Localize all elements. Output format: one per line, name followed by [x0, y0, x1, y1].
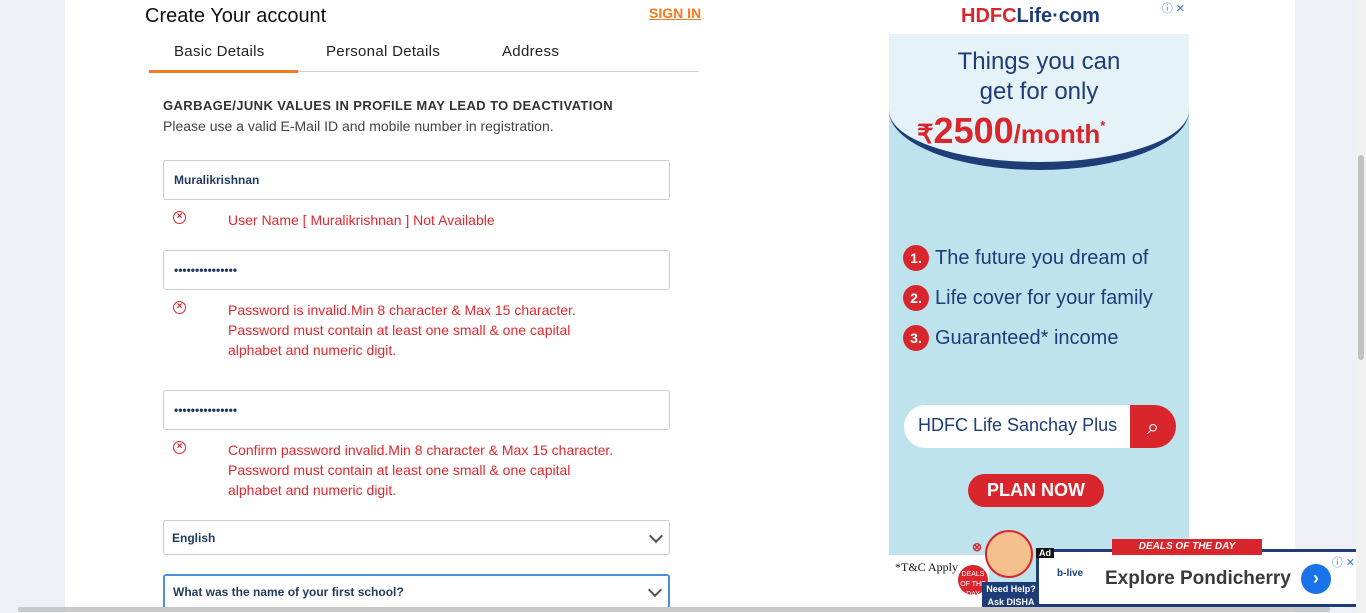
registration-hint: Please use a valid E-Mail ID and mobile … — [163, 118, 554, 134]
password-error-line: alphabet and numeric digit. — [228, 342, 397, 358]
bottom-ad-text: Explore Pondicherry — [1105, 568, 1291, 589]
x-circle-icon: × — [173, 301, 186, 314]
logo-hdfc: HDFC — [961, 5, 1017, 27]
hdfc-life-ad[interactable]: HDFCLife·com ⓘ ✕ Things you can get for … — [889, 0, 1189, 591]
ad-search-text: HDFC Life Sanchay Plus — [918, 415, 1118, 435]
ad-headline-2: get for only — [979, 78, 1099, 105]
logo-tail: ·com — [1052, 5, 1100, 27]
vertical-scrollbar[interactable] — [1356, 0, 1366, 613]
rupee-symbol: ₹ — [917, 119, 934, 149]
ad-choices-icon[interactable]: ⓘ ✕ — [1332, 554, 1355, 570]
ad-tag: Ad — [1036, 548, 1054, 558]
security-question-value: What was the name of your first school? — [173, 584, 404, 599]
password-input[interactable]: ••••••••••••••• — [163, 250, 670, 290]
chevron-right-icon[interactable]: › — [1301, 564, 1331, 594]
point-text: The future you dream of — [935, 246, 1149, 269]
avatar — [985, 530, 1033, 578]
price-unit: /month — [1013, 119, 1101, 149]
ad-point: 2. Life cover for your family — [903, 285, 1153, 311]
price-value: 2500 — [933, 110, 1014, 151]
password-error-line: Password is invalid.Min 8 character & Ma… — [228, 302, 576, 318]
ad-point: 1. The future you dream of — [903, 245, 1148, 271]
registration-tabs: Basic Details Personal Details Address — [149, 36, 699, 73]
password-error: Password is invalid.Min 8 character & Ma… — [228, 300, 668, 360]
x-circle-icon: × — [173, 441, 186, 454]
point-number: 1. — [903, 245, 929, 271]
tab-basic-details[interactable]: Basic Details — [174, 43, 265, 60]
username-error: User Name [ Muralikrishnan ] Not Availab… — [228, 212, 495, 228]
logo-life: Life — [1016, 5, 1053, 27]
password-value: ••••••••••••••• — [174, 263, 238, 277]
plan-now-button[interactable]: PLAN NOW — [968, 474, 1104, 507]
price-mark: * — [1100, 118, 1106, 133]
horizontal-scrollbar[interactable] — [18, 607, 1330, 612]
active-tab-indicator — [149, 70, 298, 73]
confirm-password-error-line: alphabet and numeric digit. — [228, 482, 397, 498]
form-title: Create Your account — [145, 5, 327, 27]
password-error-line: Password must contain at least one small… — [228, 322, 571, 338]
tab-address[interactable]: Address — [502, 43, 559, 60]
username-input[interactable]: Muralikrishnan — [163, 160, 670, 200]
disha-label[interactable]: Need Help? Ask DISHA — [982, 582, 1040, 610]
confirm-password-input[interactable]: ••••••••••••••• — [163, 390, 670, 430]
explore-pondicherry-ad[interactable]: b-live Explore Pondicherry › ⓘ ✕ — [1036, 549, 1360, 607]
point-number: 2. — [903, 285, 929, 311]
blive-logo: b-live — [1057, 568, 1084, 579]
search-icon[interactable]: ⌕ — [1130, 405, 1176, 448]
tab-personal-details[interactable]: Personal Details — [326, 43, 440, 60]
signin-link[interactable]: SIGN IN — [649, 5, 701, 21]
ad-headline-1: Things you can — [957, 48, 1121, 75]
ad-search-bar[interactable]: HDFC Life Sanchay Plus ⌕ — [904, 405, 1176, 448]
x-circle-icon: × — [173, 211, 186, 224]
confirm-password-error-line: Password must contain at least one small… — [228, 462, 571, 478]
deactivation-notice: GARBAGE/JUNK VALUES IN PROFILE MAY LEAD … — [163, 98, 614, 113]
language-select[interactable]: English — [163, 520, 670, 555]
chevron-down-icon — [647, 582, 663, 597]
point-number: 3. — [903, 325, 929, 351]
deals-of-the-day-ribbon: DEALS OF THE DAY — [1112, 539, 1262, 555]
ad-choices-icon[interactable]: ⓘ ✕ — [1162, 0, 1185, 16]
chevron-down-icon — [648, 528, 664, 543]
language-select-value: English — [172, 530, 216, 545]
disha-help-widget[interactable]: ⊗ DEALS OF THE DAY Need Help? Ask DISHA — [958, 530, 1040, 610]
ad-price: ₹2500/month* — [917, 110, 1105, 152]
point-text: Life cover for your family — [935, 286, 1153, 309]
confirm-password-error: Confirm password invalid.Min 8 character… — [228, 440, 668, 500]
confirm-password-error-line: Confirm password invalid.Min 8 character… — [228, 442, 614, 458]
username-value: Muralikrishnan — [174, 173, 260, 187]
confirm-password-value: ••••••••••••••• — [174, 403, 238, 417]
hdfc-life-logo: HDFCLife·com — [961, 5, 1100, 28]
scrollbar-thumb[interactable] — [1358, 155, 1364, 360]
ad-point: 3. Guaranteed* income — [903, 325, 1118, 351]
close-icon[interactable]: ⊗ — [972, 540, 982, 554]
point-text: Guaranteed* income — [935, 326, 1119, 349]
security-question-select[interactable]: What was the name of your first school? — [163, 574, 670, 609]
disha-label-line1: Need Help? — [986, 584, 1036, 594]
